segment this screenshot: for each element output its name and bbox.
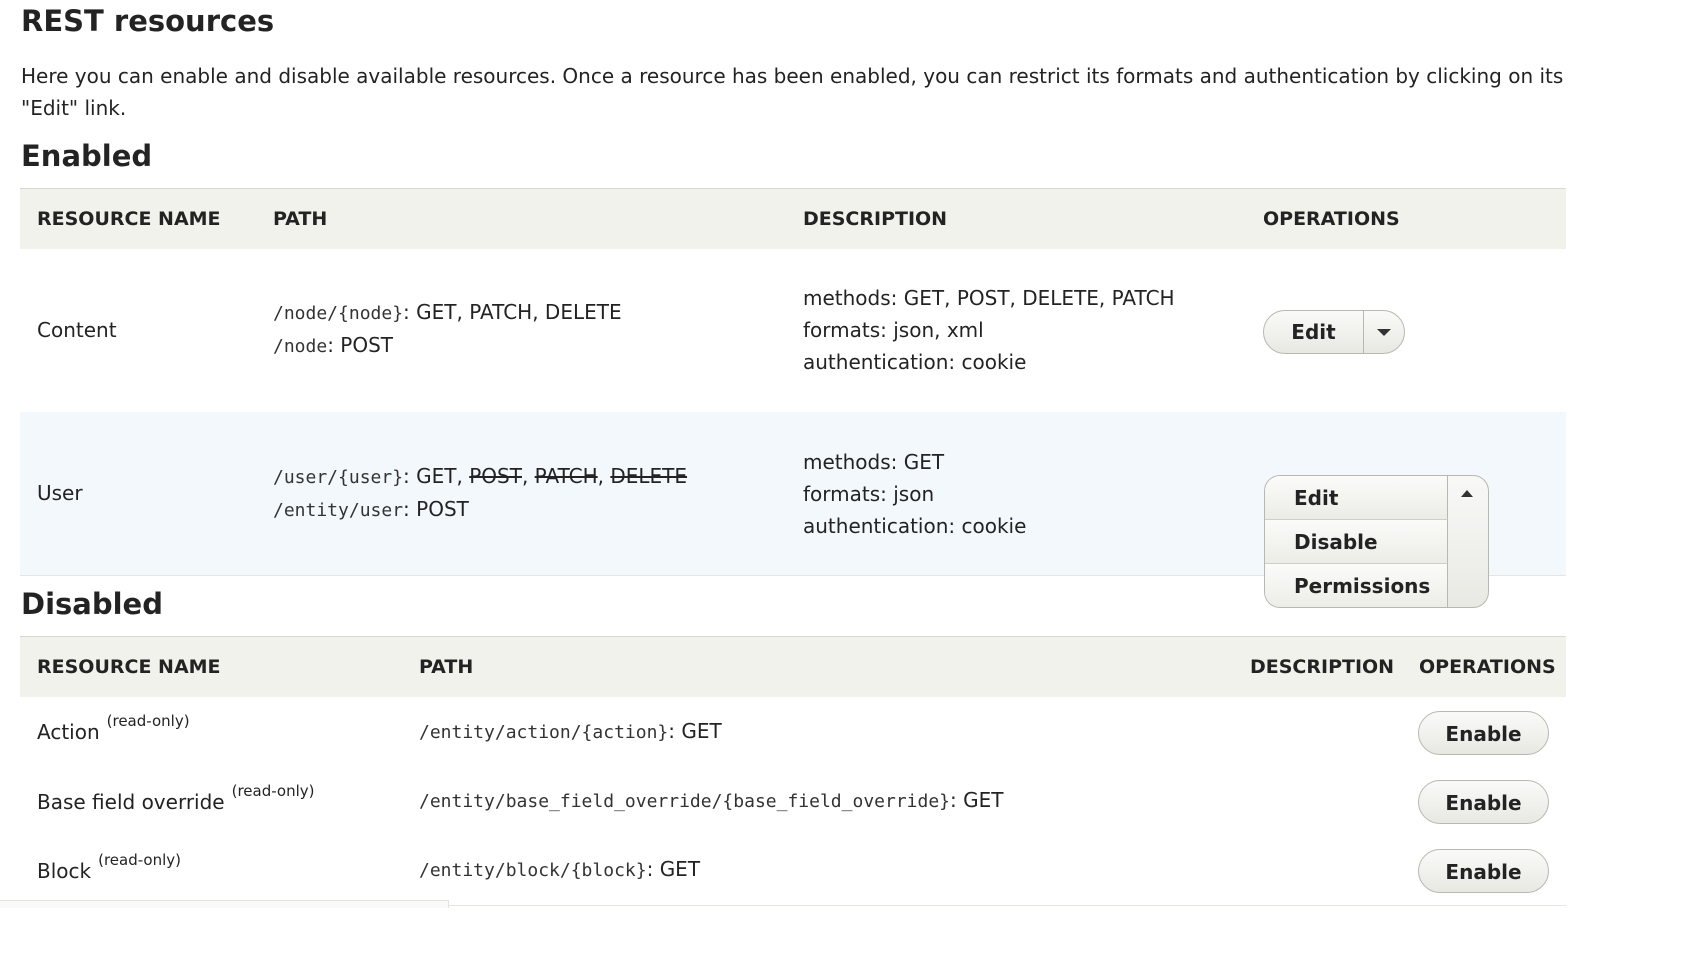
disabled-table-header: RESOURCE NAME PATH DESCRIPTION OPERATION… (20, 636, 1566, 698)
disabled-heading: Disabled (21, 587, 163, 621)
read-only-note: (read-only) (231, 782, 315, 800)
dropbutton-menu: Edit Disable Permissions (1265, 476, 1448, 607)
disable-button[interactable]: Disable (1265, 520, 1448, 564)
resource-name: Action (read-only) (37, 712, 190, 744)
enabled-heading: Enabled (21, 139, 153, 173)
enable-button[interactable]: Enable (1418, 780, 1549, 824)
col-description: DESCRIPTION (1250, 656, 1395, 678)
enable-button[interactable]: Enable (1418, 849, 1549, 893)
resource-description: methods: GET formats: json authenticatio… (803, 450, 1027, 538)
horizontal-scrollbar[interactable] (0, 900, 449, 908)
resource-path: /entity/block/{block}: GET (419, 857, 701, 881)
enabled-table-header: RESOURCE NAME PATH DESCRIPTION OPERATION… (20, 188, 1566, 250)
edit-button[interactable]: Edit (1265, 476, 1448, 520)
read-only-note: (read-only) (98, 851, 181, 869)
table-row: Action (read-only) /entity/action/{action… (20, 697, 1566, 767)
chevron-up-icon (1461, 490, 1473, 497)
resource-paths: /node/{node}: GET, PATCH, DELETE /node: … (273, 296, 622, 362)
resource-name: Content (37, 318, 117, 342)
chevron-down-icon (1377, 329, 1391, 336)
resource-name: Block (read-only) (37, 851, 181, 883)
operations-dropbutton: Edit (1263, 310, 1405, 354)
operations-dropbutton-open: Edit Disable Permissions (1264, 475, 1489, 608)
col-operations: OPERATIONS (1419, 656, 1556, 678)
path-line: /user/{user}: GET, POST, PATCH, DELETE (273, 464, 688, 488)
enable-button[interactable]: Enable (1418, 711, 1549, 755)
table-row: Block (read-only) /entity/block/{block}: … (20, 835, 1566, 906)
permissions-button[interactable]: Permissions (1265, 564, 1448, 607)
col-operations: OPERATIONS (1263, 208, 1400, 230)
intro-text: Here you can enable and disable availabl… (21, 64, 1564, 120)
resource-name: Base field override (read-only) (37, 782, 315, 814)
dropbutton-toggle[interactable] (1363, 311, 1404, 353)
table-row: Base field override (read-only) /entity/b… (20, 766, 1566, 836)
path-line: /entity/user: POST (273, 497, 469, 521)
resource-paths: /user/{user}: GET, POST, PATCH, DELETE /… (273, 460, 687, 526)
resource-name: User (37, 481, 83, 505)
resource-path: /entity/action/{action}: GET (419, 719, 722, 743)
path-line: /node: POST (273, 333, 394, 357)
resource-path: /entity/base_field_override/{base_field_… (419, 788, 1004, 812)
edit-button[interactable]: Edit (1264, 311, 1364, 353)
resource-description: methods: GET, POST, DELETE, PATCH format… (803, 286, 1175, 374)
dropbutton-toggle[interactable] (1448, 476, 1488, 516)
page-title: REST resources (21, 4, 275, 38)
col-path: PATH (273, 208, 328, 230)
col-description: DESCRIPTION (803, 208, 948, 230)
read-only-note: (read-only) (106, 712, 190, 730)
path-line: /node/{node}: GET, PATCH, DELETE (273, 300, 622, 324)
col-resource-name: RESOURCE NAME (37, 208, 221, 230)
col-resource-name: RESOURCE NAME (37, 656, 221, 678)
col-path: PATH (419, 656, 474, 678)
